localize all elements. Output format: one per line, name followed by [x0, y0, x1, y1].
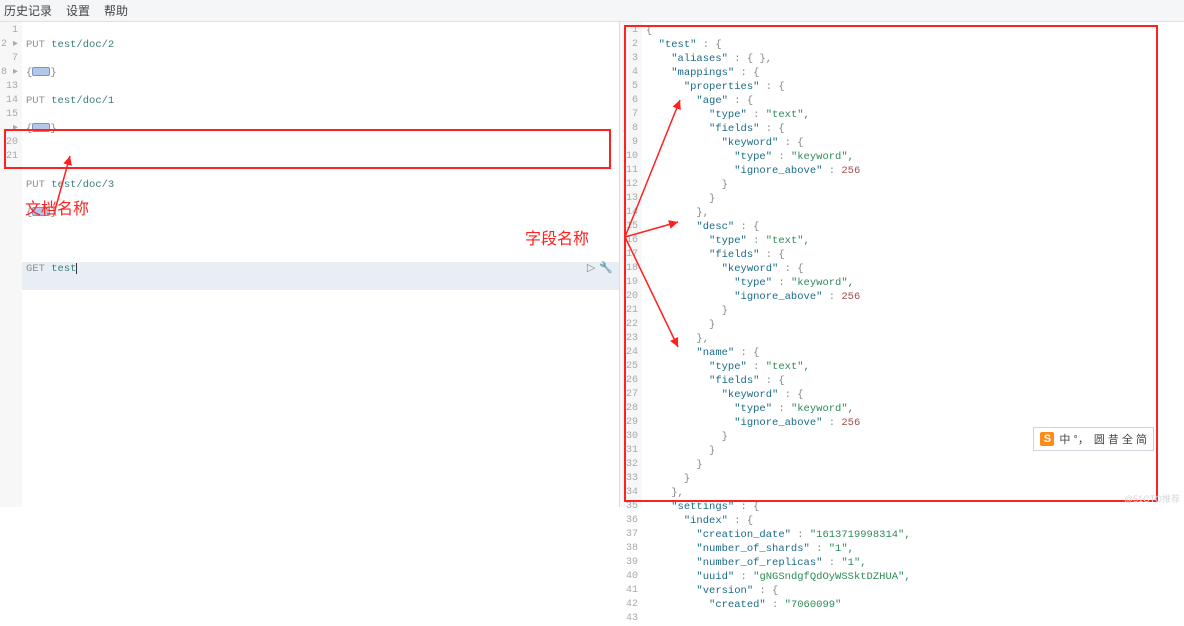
gutter-line: 20: [0, 136, 18, 150]
gutter-line: 34: [620, 486, 638, 500]
gutter-line: 36: [620, 514, 638, 528]
gutter-line: 30: [620, 430, 638, 444]
gutter-line: 31: [620, 444, 638, 458]
gutter-line: 21: [0, 150, 18, 164]
http-method: PUT: [26, 39, 45, 51]
menu-help[interactable]: 帮助: [104, 2, 128, 19]
request-path: test/doc/1: [51, 95, 114, 107]
gutter-line: 13: [0, 80, 18, 94]
gutter-line: 11: [620, 164, 638, 178]
gutter-line: 14: [0, 94, 18, 108]
annotation-field-name: 字段名称: [525, 225, 589, 249]
gutter-line: 35: [620, 500, 638, 514]
gutter-line: 14: [620, 206, 638, 220]
gutter-line: 7: [0, 52, 18, 66]
gutter-line: 40: [620, 570, 638, 584]
gutter-line: 2: [620, 38, 638, 52]
gutter-line: 18: [620, 262, 638, 276]
watermark: @51CTO推荐: [1124, 492, 1180, 505]
gutter-line: 20: [620, 290, 638, 304]
ime-extra: 圆 昔 全 简: [1094, 431, 1147, 447]
gutter-line: 8: [620, 122, 638, 136]
menu-settings[interactable]: 设置: [66, 2, 90, 19]
request-path: test/doc/3: [51, 179, 114, 191]
gutter-line: 29: [620, 416, 638, 430]
gutter-line: 7: [620, 108, 638, 122]
gutter-line: 15: [620, 220, 638, 234]
gutter-line: 15 ▸: [0, 108, 18, 136]
current-request-line[interactable]: GET test ▷ 🔧: [22, 262, 619, 290]
gutter-line: 1: [0, 24, 18, 38]
gutter-line: 8 ▸: [0, 66, 18, 80]
annotation-doc-name: 文档名称: [25, 195, 89, 219]
gutter-line: 37: [620, 528, 638, 542]
gutter-line: 10: [620, 150, 638, 164]
gutter-line: 9: [620, 136, 638, 150]
response-json[interactable]: { "test" : { "aliases" : { }, "mappings"…: [642, 22, 1184, 614]
gutter-line: 19: [620, 276, 638, 290]
sogou-icon: S: [1040, 432, 1054, 446]
gutter-line: 22: [620, 318, 638, 332]
gutter-line: 13: [620, 192, 638, 206]
http-method: PUT: [26, 95, 45, 107]
request-path: test/doc/2: [51, 39, 114, 51]
gutter-line: 27: [620, 388, 638, 402]
gutter-line: 12: [620, 178, 638, 192]
gutter-line: 32: [620, 458, 638, 472]
gutter-line: 42: [620, 598, 638, 612]
gutter-line: 3: [620, 52, 638, 66]
gutter-line: 2 ▸: [0, 38, 18, 52]
request-editor-pane: 1 2 ▸ 7 8 ▸ 13 14 15 ▸ 20 21 PUT test/do…: [0, 22, 620, 507]
wrench-icon[interactable]: 🔧: [599, 262, 613, 276]
ime-text: 中 °，: [1059, 431, 1088, 447]
gutter-line: 43: [620, 612, 638, 626]
gutter-line: 41: [620, 584, 638, 598]
text-cursor: [76, 263, 77, 274]
gutter-line: 23: [620, 332, 638, 346]
gutter-line: 6: [620, 94, 638, 108]
gutter-line: 33: [620, 472, 638, 486]
ime-indicator[interactable]: S 中 °， 圆 昔 全 简: [1033, 427, 1154, 451]
gutter-line: 16: [620, 234, 638, 248]
left-gutter: 1 2 ▸ 7 8 ▸ 13 14 15 ▸ 20 21: [0, 22, 22, 507]
run-request-icon[interactable]: ▷: [587, 262, 595, 276]
gutter-line: 26: [620, 374, 638, 388]
gutter-line: 39: [620, 556, 638, 570]
gutter-line: 24: [620, 346, 638, 360]
menubar: 历史记录 设置 帮助: [0, 0, 1184, 22]
gutter-line: 25: [620, 360, 638, 374]
request-editor[interactable]: PUT test/doc/2 {} PUT test/doc/1 {} PUT …: [22, 22, 619, 320]
gutter-line: 5: [620, 80, 638, 94]
fold-badge[interactable]: [32, 67, 50, 76]
gutter-line: 1: [620, 24, 638, 38]
gutter-line: 28: [620, 402, 638, 416]
menu-history[interactable]: 历史记录: [4, 2, 52, 19]
gutter-line: 21: [620, 304, 638, 318]
gutter-line: 38: [620, 542, 638, 556]
gutter-line: 17: [620, 248, 638, 262]
fold-badge[interactable]: [32, 123, 50, 132]
gutter-line: 4: [620, 66, 638, 80]
http-method: PUT: [26, 179, 45, 191]
right-gutter: 1234567891011121314151617181920212223242…: [620, 22, 642, 507]
response-pane: 1234567891011121314151617181920212223242…: [620, 22, 1184, 507]
